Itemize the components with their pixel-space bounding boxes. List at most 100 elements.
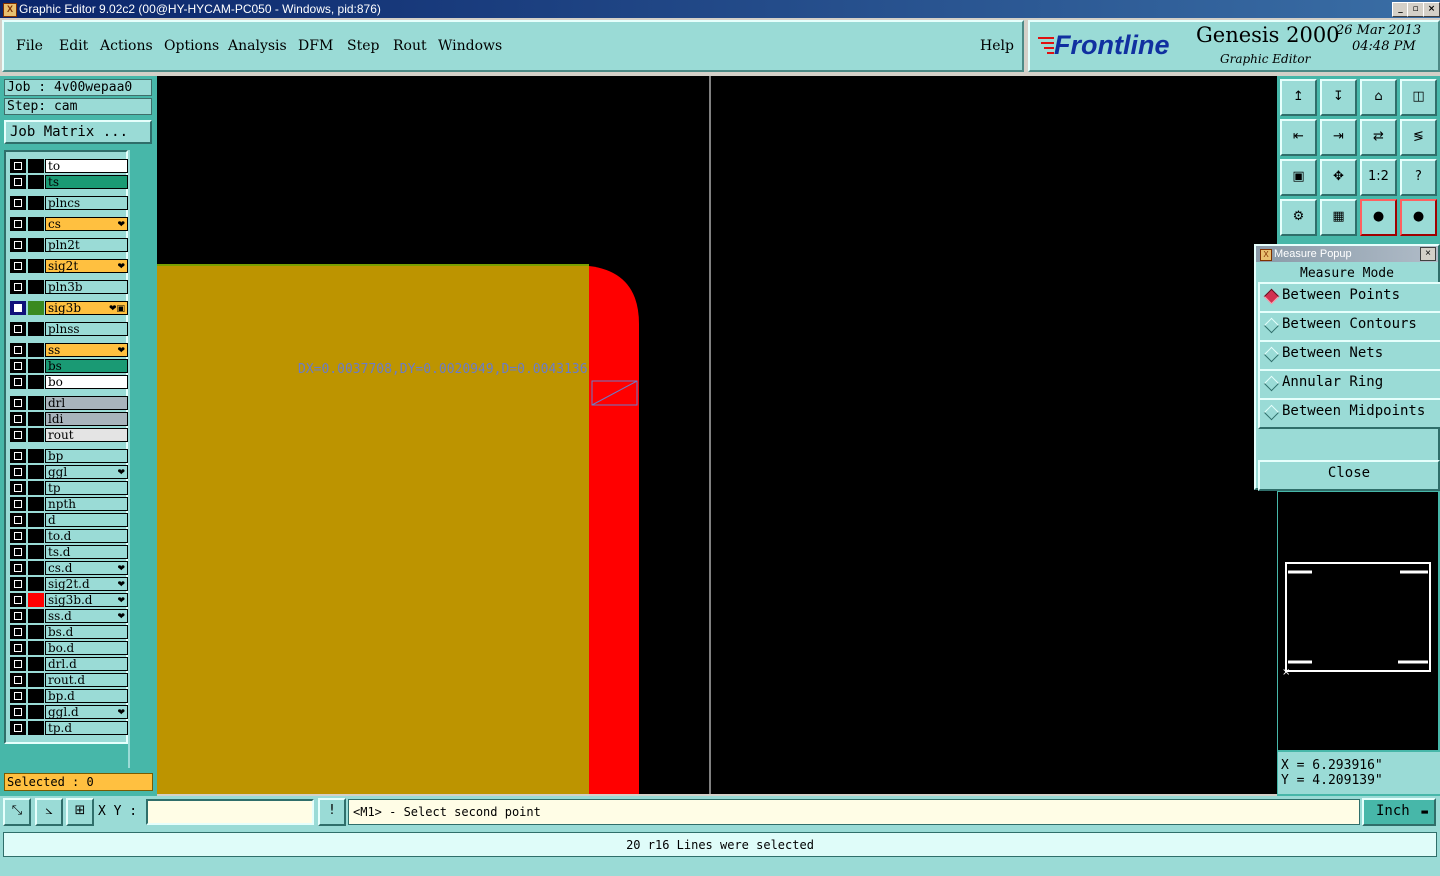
layer-checkbox[interactable] <box>10 577 26 591</box>
layer-checkbox[interactable] <box>10 449 26 463</box>
layer-color-swatch[interactable] <box>28 689 44 703</box>
layer-color-swatch[interactable] <box>28 159 44 173</box>
menu-analysis[interactable]: Analysis <box>228 38 287 54</box>
layer-row[interactable]: cs ❤ <box>10 217 128 231</box>
layer-color-swatch[interactable] <box>28 609 44 623</box>
layer-checkbox[interactable] <box>10 343 26 357</box>
layer-checkbox[interactable] <box>10 673 26 687</box>
layer-checkbox[interactable] <box>10 641 26 655</box>
menu-options[interactable]: Options <box>164 38 219 54</box>
layer-row[interactable]: to <box>10 159 128 173</box>
popup-close-icon[interactable]: × <box>1420 247 1436 261</box>
layer-name[interactable]: pln3b <box>45 280 128 294</box>
xy-input[interactable] <box>146 799 314 825</box>
layer-name[interactable]: sig2t.d ❤ <box>45 577 128 591</box>
layer-color-swatch[interactable] <box>28 259 44 273</box>
layer-color-swatch[interactable] <box>28 497 44 511</box>
layer-color-swatch[interactable] <box>28 673 44 687</box>
layer-row[interactable]: ts <box>10 175 128 189</box>
layer-row[interactable]: drl <box>10 396 128 410</box>
measure-option[interactable]: Between Midpoints <box>1258 398 1440 429</box>
layer-name[interactable]: bp.d <box>45 689 128 703</box>
layer-name[interactable]: drl.d <box>45 657 128 671</box>
layer-name[interactable]: bo <box>45 375 128 389</box>
layer-row[interactable]: rout.d <box>10 673 128 687</box>
layer-row[interactable]: plncs <box>10 196 128 210</box>
layer-row[interactable]: sig2t ❤ <box>10 259 128 273</box>
layer-color-swatch[interactable] <box>28 641 44 655</box>
menu-rout[interactable]: Rout <box>393 38 427 54</box>
layer-color-swatch[interactable] <box>28 175 44 189</box>
layer-row[interactable]: ss ❤ <box>10 343 128 357</box>
layer-row[interactable]: sig3b ❤▣ <box>10 301 128 315</box>
layer-checkbox[interactable] <box>10 593 26 607</box>
layer-checkbox[interactable] <box>10 481 26 495</box>
layer-row[interactable]: tp.d <box>10 721 128 735</box>
layer-row[interactable]: ts.d <box>10 545 128 559</box>
measure-option[interactable]: Between Points <box>1258 282 1440 313</box>
snap-angle-icon[interactable]: ⦣ <box>35 798 63 826</box>
layer-color-swatch[interactable] <box>28 513 44 527</box>
layer-row[interactable]: rout <box>10 428 128 442</box>
layer-checkbox[interactable] <box>10 705 26 719</box>
layer-name[interactable]: pln2t <box>45 238 128 252</box>
layer-name[interactable]: rout <box>45 428 128 442</box>
zoom-ratio-icon[interactable]: 1:2 <box>1360 159 1397 196</box>
layer-row[interactable]: bp <box>10 449 128 463</box>
layer-name[interactable]: cs.d ❤ <box>45 561 128 575</box>
layer-list-scrollbar[interactable] <box>128 150 152 768</box>
layer-checkbox[interactable] <box>10 359 26 373</box>
layer-checkbox[interactable] <box>10 428 26 442</box>
layer-name[interactable]: tp.d <box>45 721 128 735</box>
layer-row[interactable]: bp.d <box>10 689 128 703</box>
layer-row[interactable]: cs.d ❤ <box>10 561 128 575</box>
layer-name[interactable]: cs ❤ <box>45 217 128 231</box>
layer-row[interactable]: pln3b <box>10 280 128 294</box>
layer-name[interactable]: bs <box>45 359 128 373</box>
layer-name[interactable]: sig3b.d ❤ <box>45 593 128 607</box>
layer-checkbox[interactable] <box>10 545 26 559</box>
layer-name[interactable]: plnss <box>45 322 128 336</box>
layer-checkbox[interactable] <box>10 721 26 735</box>
menu-step[interactable]: Step <box>347 38 379 54</box>
layer-name[interactable]: ss ❤ <box>45 343 128 357</box>
settings-icon[interactable]: ⚙ <box>1280 199 1317 236</box>
layer-color-swatch[interactable] <box>28 428 44 442</box>
layer-name[interactable]: ts.d <box>45 545 128 559</box>
close-layer-icon[interactable]: ↧ <box>1320 79 1357 116</box>
layer-row[interactable]: ggl ❤ <box>10 465 128 479</box>
alert-icon[interactable]: ! <box>318 798 346 826</box>
layer-name[interactable]: plncs <box>45 196 128 210</box>
layer-name[interactable]: d <box>45 513 128 527</box>
layer-color-swatch[interactable] <box>28 396 44 410</box>
layer-color-swatch[interactable] <box>28 529 44 543</box>
layer-checkbox[interactable] <box>10 322 26 336</box>
measure-option[interactable]: Between Contours <box>1258 311 1440 342</box>
flip-icon[interactable]: ≶ <box>1400 119 1437 156</box>
layer-name[interactable]: ggl.d ❤ <box>45 705 128 719</box>
grid-snap-icon[interactable]: ⊞ <box>66 798 94 826</box>
layer-color-swatch[interactable] <box>28 545 44 559</box>
layer-name[interactable]: ggl ❤ <box>45 465 128 479</box>
close-button[interactable]: Close <box>1258 460 1440 491</box>
layer-row[interactable]: to.d <box>10 529 128 543</box>
layer-color-swatch[interactable] <box>28 625 44 639</box>
layer-name[interactable]: tp <box>45 481 128 495</box>
layer-checkbox[interactable] <box>10 561 26 575</box>
layer-name[interactable]: ts <box>45 175 128 189</box>
layer-color-swatch[interactable] <box>28 280 44 294</box>
layer-checkbox[interactable] <box>10 465 26 479</box>
window-title-bar[interactable]: X Graphic Editor 9.02c2 (00@HY-HYCAM-PC0… <box>0 0 1440 18</box>
zoom-center-icon[interactable]: ✥ <box>1320 159 1357 196</box>
layer-color-swatch[interactable] <box>28 705 44 719</box>
layer-row[interactable]: drl.d <box>10 657 128 671</box>
layer-checkbox[interactable] <box>10 529 26 543</box>
layer-checkbox[interactable] <box>10 301 26 315</box>
layer-checkbox[interactable] <box>10 412 26 426</box>
pan-left-icon[interactable]: ⇤ <box>1280 119 1317 156</box>
layer-checkbox[interactable] <box>10 396 26 410</box>
menu-file[interactable]: File <box>16 38 43 54</box>
net-select-icon[interactable]: ● <box>1400 199 1437 236</box>
graphic-canvas[interactable]: DX=0.0037708,DY=0.0020949,D=0.0043136 <box>157 76 1277 794</box>
menu-dfm[interactable]: DFM <box>298 38 333 54</box>
